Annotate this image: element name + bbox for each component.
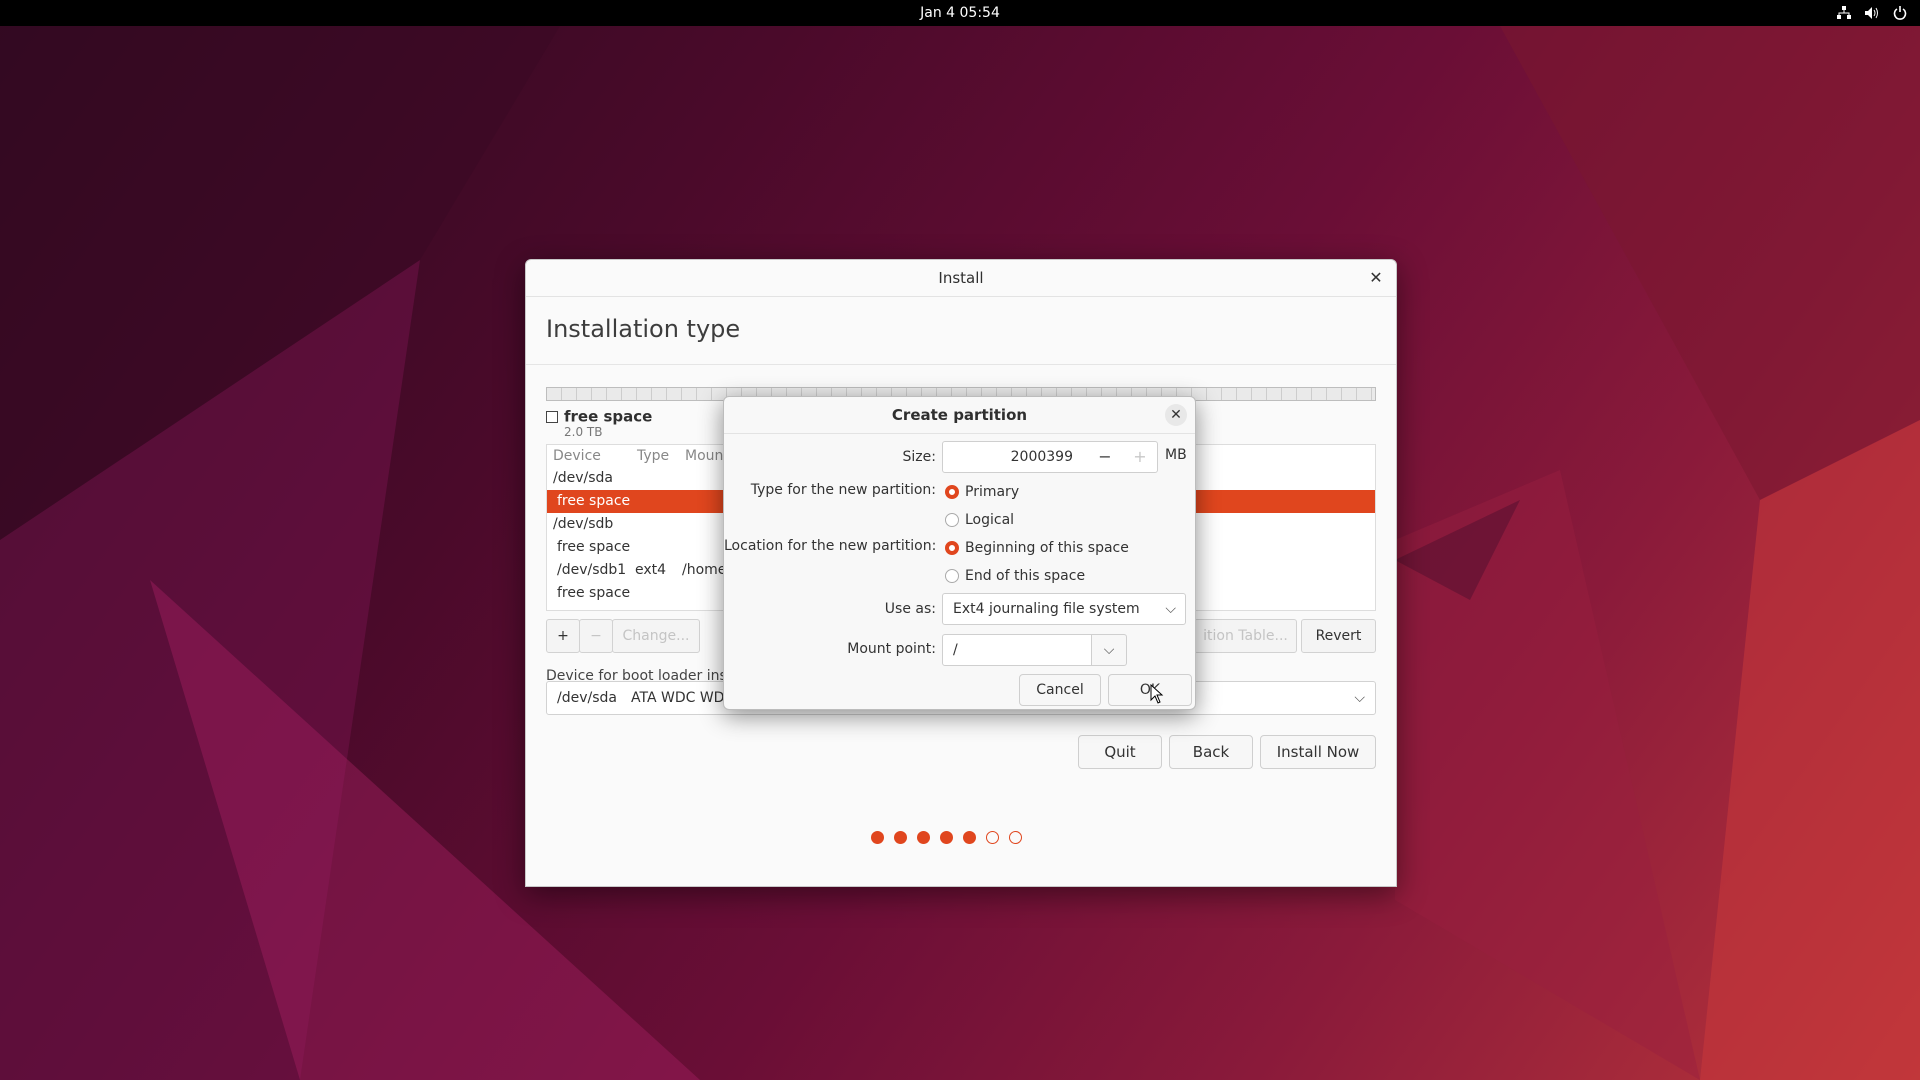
location-beginning-radio[interactable]: Beginning of this space	[945, 540, 1129, 556]
disk-legend: free space 2.0 TB	[546, 406, 653, 439]
back-button[interactable]: Back	[1169, 735, 1253, 769]
change-partition-button[interactable]: Change...	[612, 619, 700, 653]
network-icon[interactable]	[1836, 5, 1852, 21]
mount-point-dropdown-button[interactable]: ⌵	[1091, 634, 1127, 666]
progress-dot	[940, 831, 953, 844]
radio-label: End of this space	[965, 568, 1086, 584]
mount-point-value: /	[953, 642, 958, 658]
legend-size: 2.0 TB	[564, 425, 603, 439]
quit-button[interactable]: Quit	[1078, 735, 1162, 769]
dialog-title: Create partition	[724, 397, 1195, 434]
location-label: Location for the new partition:	[724, 538, 937, 554]
radio-label: Beginning of this space	[965, 540, 1129, 556]
cell-mount: /home	[682, 562, 727, 578]
cell-device: free space	[557, 585, 631, 601]
legend-swatch	[546, 410, 558, 423]
cell-device: /dev/sdb1	[557, 562, 627, 578]
window-close-button[interactable]: ✕	[1366, 268, 1386, 288]
cell-type: ext4	[635, 562, 667, 578]
col-mount[interactable]: Moun	[685, 445, 723, 467]
cell-device: /dev/sdb	[553, 516, 614, 532]
progress-dot	[894, 831, 907, 844]
type-logical-radio[interactable]: Logical	[945, 512, 1014, 528]
cell-device: free space	[557, 493, 631, 509]
dialog-close-button[interactable]: ✕	[1165, 404, 1187, 426]
use-as-select[interactable]: Ext4 journaling file system ⌵	[942, 593, 1186, 625]
chevron-down-icon: ⌵	[1165, 601, 1176, 617]
col-device[interactable]: Device	[553, 445, 601, 467]
size-label: Size:	[902, 449, 936, 465]
window-title: Install	[526, 260, 1396, 297]
chevron-down-icon: ⌵	[1103, 642, 1115, 658]
radio-unselected-icon	[945, 569, 959, 583]
progress-dot	[917, 831, 930, 844]
power-icon[interactable]	[1892, 5, 1908, 21]
cancel-button[interactable]: Cancel	[1019, 674, 1101, 706]
bootloader-device: /dev/sda	[557, 690, 617, 706]
cell-device: free space	[557, 539, 631, 555]
col-type[interactable]: Type	[637, 445, 669, 467]
remove-partition-button[interactable]: −	[579, 619, 613, 653]
type-primary-radio[interactable]: Primary	[945, 484, 1019, 500]
radio-label: Logical	[965, 512, 1015, 528]
bootloader-model: ATA WDC WD2	[631, 690, 734, 706]
header-divider	[526, 364, 1396, 365]
progress-dot	[963, 831, 976, 844]
legend-label: free space	[564, 407, 653, 426]
system-tray[interactable]	[1836, 0, 1908, 26]
mount-point-label: Mount point:	[847, 641, 936, 657]
cell-device: /dev/sda	[553, 470, 613, 486]
top-bar: Jan 4 05:54	[0, 0, 1920, 26]
size-value[interactable]: 2000399	[943, 442, 1073, 472]
progress-dot	[871, 831, 884, 844]
size-increment-button[interactable]: +	[1128, 442, 1152, 472]
page-title: Installation type	[546, 315, 741, 343]
radio-selected-icon	[945, 541, 959, 555]
size-decrement-button[interactable]: −	[1093, 442, 1117, 472]
progress-dot	[1009, 831, 1022, 844]
clock[interactable]: Jan 4 05:54	[0, 0, 1920, 26]
install-now-button[interactable]: Install Now	[1260, 735, 1376, 769]
mount-point-input[interactable]: /	[942, 634, 1094, 666]
chevron-down-icon: ⌵	[1354, 690, 1365, 706]
radio-unselected-icon	[945, 513, 959, 527]
use-as-value: Ext4 journaling file system	[953, 601, 1140, 617]
radio-selected-icon	[945, 485, 959, 499]
size-spinbutton[interactable]: 2000399 − +	[942, 441, 1158, 473]
location-end-radio[interactable]: End of this space	[945, 568, 1085, 584]
create-partition-dialog: Create partition ✕ Size: 2000399 − + MB …	[723, 396, 1196, 710]
size-unit: MB	[1165, 447, 1187, 463]
progress-dots	[871, 831, 1022, 844]
new-partition-table-button[interactable]: ition Table...	[1194, 619, 1297, 653]
progress-dot	[986, 831, 999, 844]
partition-type-label: Type for the new partition:	[750, 482, 936, 498]
mouse-cursor-icon	[1150, 684, 1164, 704]
radio-label: Primary	[965, 484, 1020, 500]
use-as-label: Use as:	[884, 601, 936, 617]
add-partition-button[interactable]: +	[546, 619, 580, 653]
revert-button[interactable]: Revert	[1301, 619, 1376, 653]
volume-icon[interactable]	[1864, 5, 1880, 21]
